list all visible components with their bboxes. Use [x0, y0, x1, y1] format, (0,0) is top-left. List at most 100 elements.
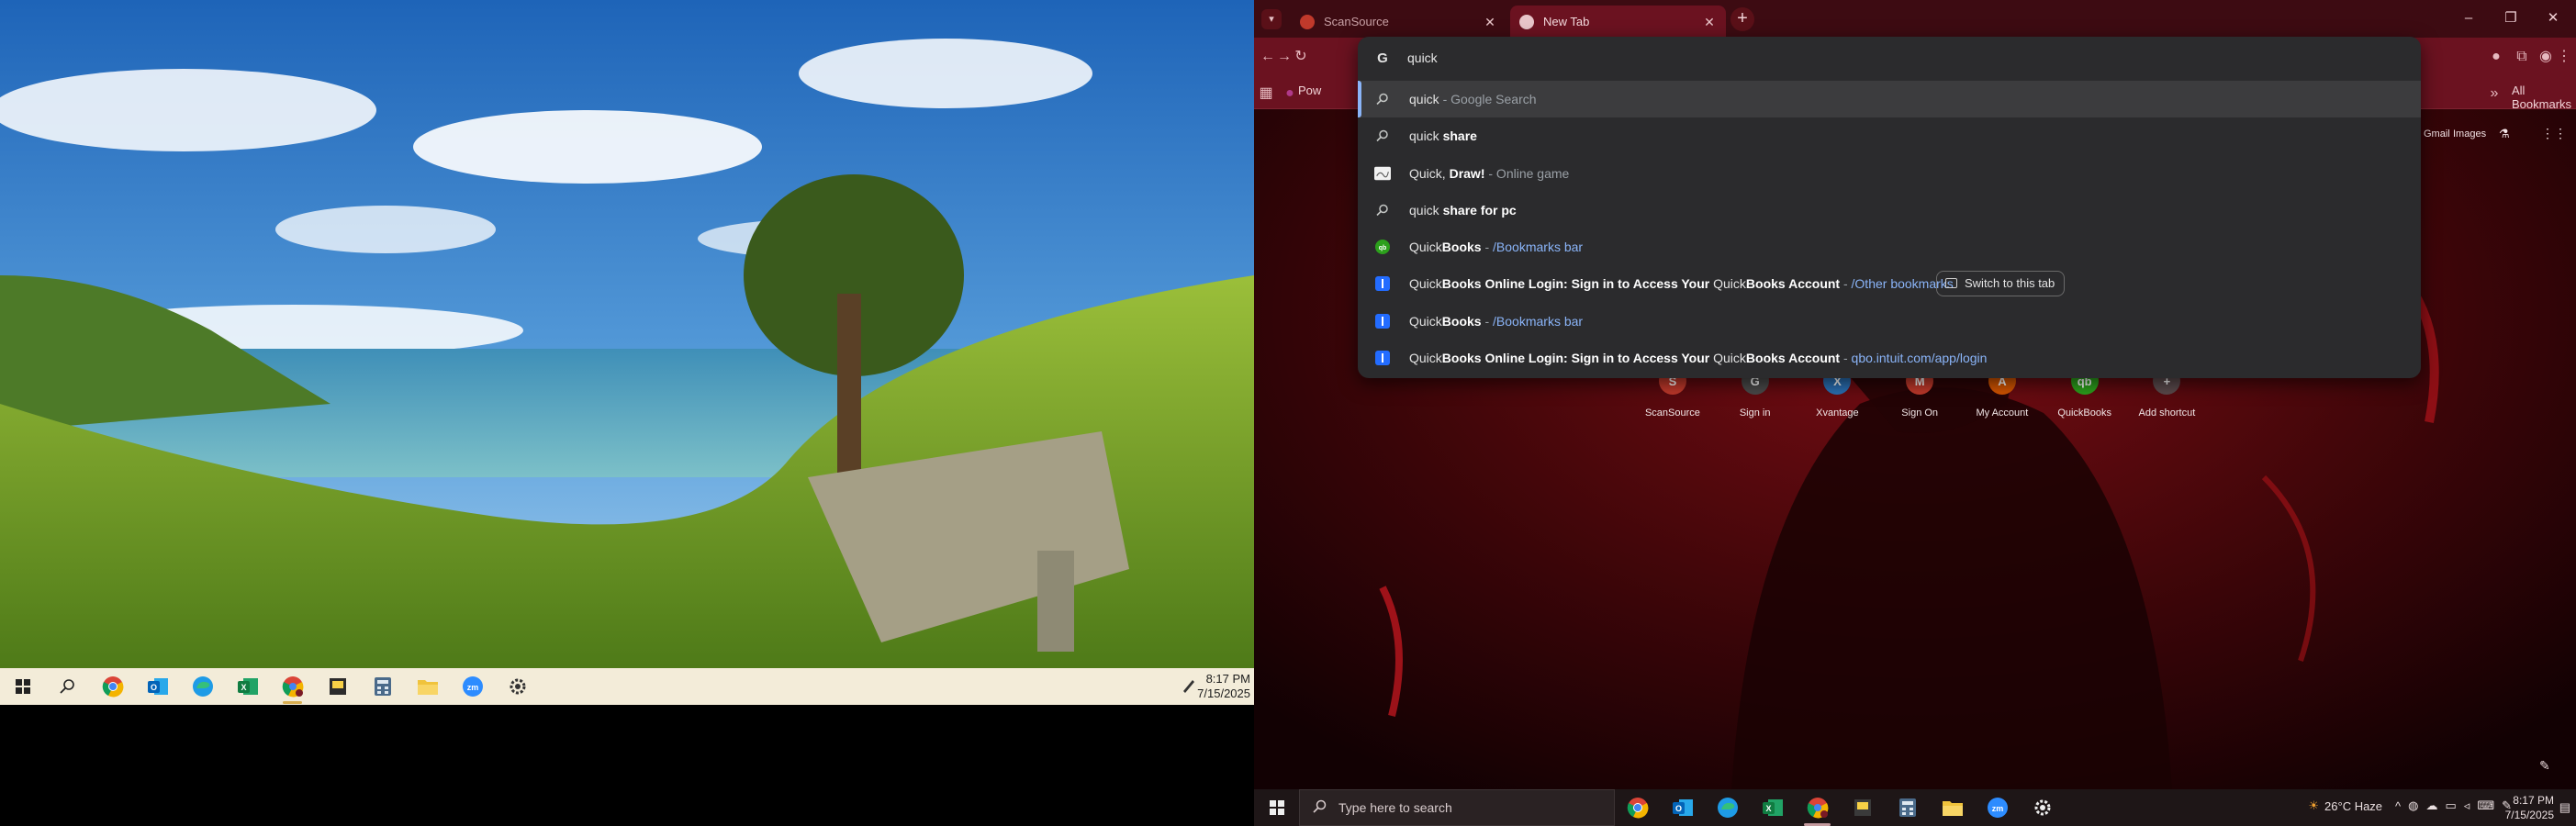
omnibox-suggestion[interactable]: QuickBooks Online Login: Sign in to Acce…	[1358, 340, 2421, 376]
tab-new-tab[interactable]: New Tab ✕	[1510, 6, 1726, 38]
maximize-button[interactable]: ❐	[2490, 0, 2532, 38]
taskbar-zoom[interactable]: zm	[450, 668, 495, 705]
search-icon	[59, 679, 74, 694]
sticky-notes-icon	[1854, 799, 1871, 816]
omnibox-suggestion[interactable]: qb QuickBooks - /Bookmarks bar	[1358, 229, 2421, 265]
omnibox-suggestion[interactable]: Quick, Draw! - Online game	[1358, 155, 2421, 192]
quickdraw-icon	[1374, 165, 1391, 182]
images-link[interactable]: Images	[2453, 128, 2486, 140]
left-clock[interactable]: 8:17 PM 7/15/2025	[1197, 672, 1250, 701]
new-tab-button[interactable]: +	[1730, 7, 1754, 31]
google-apps-grid-icon[interactable]: ⋮⋮	[2541, 126, 2567, 141]
account-avatar-icon[interactable]: ◉	[2536, 47, 2556, 67]
left-clock-time: 8:17 PM	[1205, 672, 1250, 686]
volume-icon[interactable]: ◃	[2464, 798, 2470, 813]
close-window-button[interactable]: ✕	[2532, 0, 2574, 38]
windows-logo-icon	[15, 679, 30, 694]
right-clock-date: 7/15/2025	[2504, 809, 2554, 821]
chrome-tray-icon[interactable]: ◍	[2408, 798, 2418, 813]
taskbar-zoom[interactable]: zm	[1975, 789, 2020, 826]
omnibox-input-row: G	[1358, 37, 2421, 79]
shortcut-label: ScanSource	[1644, 407, 1700, 419]
omnibox-suggestion[interactable]: QuickBooks - /Bookmarks bar	[1358, 303, 2421, 340]
taskbar-settings[interactable]	[495, 668, 540, 705]
tab-search-button[interactable]: ▾	[1261, 9, 1282, 29]
excel-icon: X	[1762, 799, 1783, 816]
bookmark-item-label[interactable]: Pow	[1298, 84, 1321, 97]
taskbar-outlook[interactable]: O	[135, 668, 180, 705]
reload-icon[interactable]: ↻	[1291, 47, 1311, 67]
switch-to-tab-button[interactable]: Switch to this tab	[1936, 271, 2066, 296]
omnibox-suggestion[interactable]: quick - Google Search	[1358, 81, 2421, 117]
excel-icon: X	[237, 678, 258, 695]
shortcut-label: Sign in	[1739, 407, 1771, 419]
taskbar-search-button[interactable]	[45, 668, 90, 705]
pen-tray-icon[interactable]	[1181, 677, 1197, 698]
close-icon[interactable]: ✕	[1483, 15, 1497, 29]
zoom-icon: zm	[462, 676, 483, 697]
weather-sun-icon[interactable]: ☀	[2308, 798, 2319, 813]
chevron-double-right-icon[interactable]: »	[2484, 84, 2504, 104]
intuit-icon	[1374, 350, 1391, 366]
more-menu-icon[interactable]: ⋮	[2554, 47, 2574, 67]
taskbar-chrome[interactable]	[90, 668, 135, 705]
suggestion-text: QuickBooks - /Bookmarks bar	[1409, 240, 1584, 254]
right-clock[interactable]: 8:17 PM 7/15/2025	[2505, 793, 2554, 822]
suggestion-text: QuickBooks - /Bookmarks bar	[1409, 314, 1584, 329]
taskbar-edge[interactable]	[1705, 789, 1750, 826]
extensions-puzzle-icon[interactable]: ⧉	[2512, 47, 2532, 67]
gmail-link[interactable]: Gmail	[2424, 128, 2450, 140]
start-button[interactable]	[0, 668, 45, 705]
monitor-icon[interactable]: ▭	[2446, 798, 2457, 813]
edge-icon	[192, 676, 213, 697]
taskbar-search-input[interactable]: Type here to search	[1299, 789, 1615, 826]
taskbar-chrome-profile[interactable]	[270, 668, 315, 705]
network-icon[interactable]: ☁	[2426, 798, 2438, 813]
taskbar-settings[interactable]	[2020, 789, 2065, 826]
chrome-favicon-icon	[1519, 14, 1534, 29]
labs-flask-icon[interactable]: ⚗	[2499, 127, 2510, 141]
suggestion-text: quick share for pc	[1409, 203, 1517, 218]
taskbar-file-explorer[interactable]	[1930, 789, 1975, 826]
shortcut-label: My Account	[1976, 407, 2029, 419]
notification-icon[interactable]: ▤	[2559, 800, 2570, 815]
taskbar-excel[interactable]: X	[1750, 789, 1795, 826]
taskbar-sticky-notes[interactable]	[1840, 789, 1885, 826]
taskbar-chrome[interactable]	[1615, 789, 1660, 826]
intuit-icon	[1374, 313, 1391, 329]
apps-grid-icon[interactable]: ▦	[1256, 84, 1276, 104]
all-bookmarks-button[interactable]: All Bookmarks	[2512, 84, 2576, 111]
edge-icon	[1717, 798, 1738, 818]
search-icon	[1313, 799, 1327, 817]
start-button[interactable]	[1254, 789, 1299, 826]
outlook-icon: O	[147, 678, 168, 695]
language-icon[interactable]: ⌨	[2477, 798, 2494, 813]
omnibox-suggestion[interactable]: quick share for pc	[1358, 192, 2421, 229]
close-icon[interactable]: ✕	[1702, 15, 1717, 29]
omnibox-suggestion[interactable]: QuickBooks Online Login: Sign in to Acce…	[1358, 265, 2421, 302]
tab-label: New Tab	[1543, 15, 1590, 28]
taskbar-outlook[interactable]: O	[1660, 789, 1705, 826]
customize-pencil-icon[interactable]: ✎	[2539, 758, 2552, 773]
chrome-icon	[1627, 798, 1648, 819]
address-bar-input[interactable]	[1407, 48, 2050, 68]
taskbar-excel[interactable]: X	[225, 668, 270, 705]
taskbar-chrome-profile[interactable]	[1795, 789, 1840, 826]
shortcut-label: Add shortcut	[2138, 407, 2196, 419]
omnibox-suggestion[interactable]: quick share	[1358, 117, 2421, 154]
taskbar-calculator[interactable]	[1885, 789, 1930, 826]
tab-scansource[interactable]: ScanSource ✕	[1291, 6, 1506, 38]
search-icon	[1374, 128, 1391, 144]
profile-circle-icon[interactable]: ●	[2486, 47, 2506, 67]
svg-text:X: X	[241, 683, 246, 692]
minimize-button[interactable]: –	[2447, 0, 2490, 38]
taskbar-sticky-notes[interactable]	[315, 668, 360, 705]
bookmark-favicon-icon: ●	[1285, 85, 1294, 101]
taskbar-edge[interactable]	[180, 668, 225, 705]
taskbar-file-explorer[interactable]	[405, 668, 450, 705]
quickbooks-icon: qb	[1374, 239, 1391, 255]
svg-text:qb: qb	[1379, 245, 1387, 251]
chevron-up-icon[interactable]: ^	[2395, 799, 2401, 813]
taskbar-calculator[interactable]	[360, 668, 405, 705]
weather-label[interactable]: 26°C Haze	[2324, 799, 2382, 813]
